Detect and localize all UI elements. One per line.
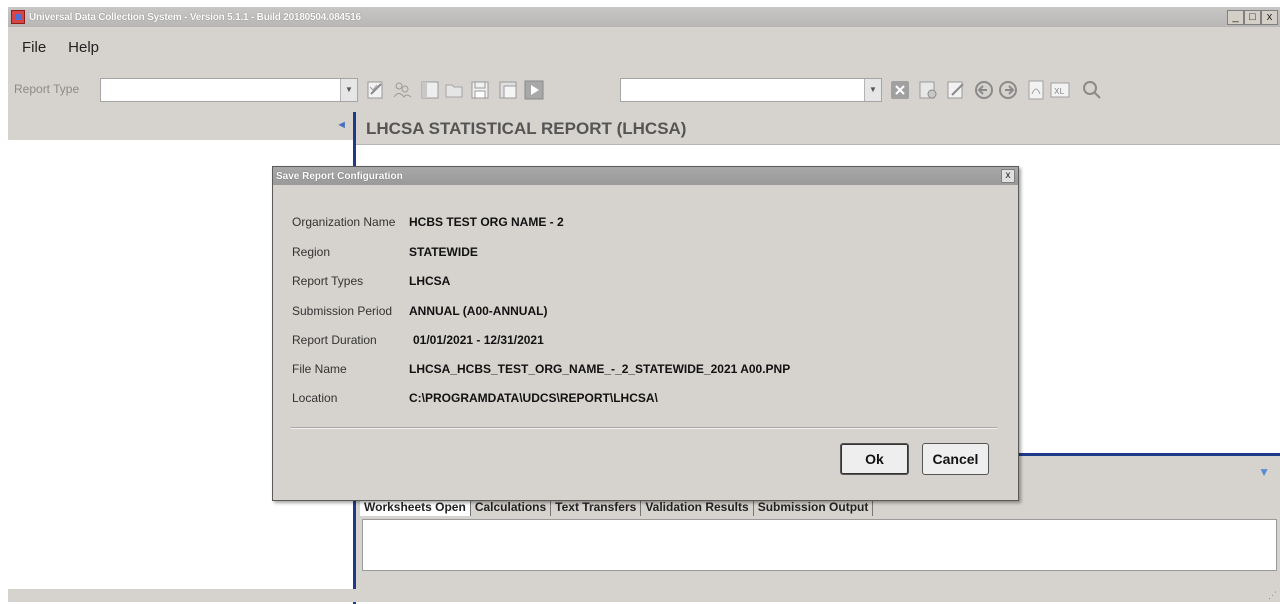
output-tabs: Worksheets Open Calculations Text Transf… xyxy=(360,499,874,516)
report-duration-value: 01/01/2021 - 12/31/2021 xyxy=(413,333,544,347)
tab-submission-output[interactable]: Submission Output xyxy=(753,499,874,516)
report-duration-label: Report Duration xyxy=(292,333,377,347)
submission-period-label: Submission Period xyxy=(292,304,393,318)
worksheet-icon[interactable] xyxy=(418,78,442,102)
window-controls: _ □ x xyxy=(1227,10,1278,25)
status-bar: ⋰ xyxy=(8,589,1280,602)
location-value: C:\PROGRAMDATA\UDCS\REPORT\LHCSA\ xyxy=(409,391,658,405)
back-arrow-icon[interactable] xyxy=(972,78,996,102)
delete-icon[interactable] xyxy=(888,78,912,102)
info-row-location: Location C:\PROGRAMDATA\UDCS\REPORT\LHCS… xyxy=(292,388,658,408)
report-types-value: LHCSA xyxy=(409,274,451,288)
info-row-region: Region STATEWIDE xyxy=(292,242,478,262)
region-value: STATEWIDE xyxy=(409,245,478,259)
report-type-label: Report Type xyxy=(14,82,80,96)
menu-help[interactable]: Help xyxy=(68,39,99,56)
dialog-title-bar[interactable]: Save Report Configuration x xyxy=(273,167,1018,185)
save-icon[interactable] xyxy=(468,78,492,102)
tab-validation-results[interactable]: Validation Results xyxy=(641,499,754,516)
page-title: LHCSA STATISTICAL REPORT (LHCSA) xyxy=(366,119,687,138)
ok-button[interactable]: Ok xyxy=(840,443,909,475)
pdf-icon[interactable] xyxy=(1024,78,1048,102)
organization-label: Organization Name xyxy=(292,215,396,229)
file-name-label: File Name xyxy=(292,362,347,376)
validate-icon[interactable] xyxy=(944,78,968,102)
tab-calculations[interactable]: Calculations xyxy=(470,499,552,516)
tab-content-box xyxy=(362,519,1277,571)
report-types-label: Report Types xyxy=(292,274,364,288)
collapse-left-arrow-icon[interactable]: ◄ xyxy=(336,119,347,131)
location-label: Location xyxy=(292,391,338,405)
chevron-down-icon: ▼ xyxy=(864,79,881,101)
main-header: LHCSA STATISTICAL REPORT (LHCSA) xyxy=(356,112,1280,145)
window-title: Universal Data Collection System - Versi… xyxy=(29,11,361,23)
dialog-close-button[interactable]: x xyxy=(1001,169,1015,183)
left-panel-header: ◄ xyxy=(8,112,353,140)
play-icon[interactable] xyxy=(522,78,546,102)
svg-text:XL: XL xyxy=(1054,87,1064,96)
edit-checklist-icon[interactable] xyxy=(364,78,388,102)
resize-grip-icon[interactable]: ⋰ xyxy=(1268,590,1277,601)
chevron-down-icon: ▼ xyxy=(340,79,357,101)
dialog-title: Save Report Configuration xyxy=(276,170,403,182)
cancel-button[interactable]: Cancel xyxy=(922,443,989,475)
worksheet-select[interactable]: ▼ xyxy=(620,78,882,102)
search-icon[interactable] xyxy=(1080,78,1104,102)
menu-file[interactable]: File xyxy=(22,39,46,56)
info-row-organization: Organization Name HCBS TEST ORG NAME - 2 xyxy=(292,212,564,232)
menu-bar: File Help xyxy=(8,33,107,61)
toolbar: Report Type ▼ ▼ XL xyxy=(8,75,1280,105)
tab-worksheets-open[interactable]: Worksheets Open xyxy=(360,499,471,516)
app-icon xyxy=(11,10,25,24)
region-label: Region xyxy=(292,245,331,259)
users-icon[interactable] xyxy=(390,78,414,102)
close-button[interactable]: x xyxy=(1261,10,1278,25)
export-icon[interactable] xyxy=(496,78,520,102)
organization-value: HCBS TEST ORG NAME - 2 xyxy=(409,215,564,229)
info-row-file-name: File Name LHCSA_HCBS_TEST_ORG_NAME_-_2_S… xyxy=(292,359,790,379)
title-bar[interactable]: Universal Data Collection System - Versi… xyxy=(8,7,1280,27)
file-name-value: LHCSA_HCBS_TEST_ORG_NAME_-_2_STATEWIDE_2… xyxy=(409,362,791,376)
maximize-button[interactable]: □ xyxy=(1244,10,1261,25)
submission-period-value: ANNUAL (A00-ANNUAL) xyxy=(409,304,548,318)
tab-text-transfers[interactable]: Text Transfers xyxy=(551,499,642,516)
excel-icon[interactable]: XL xyxy=(1048,78,1072,102)
info-row-report-duration: Report Duration 01/01/2021 - 12/31/2021 xyxy=(292,330,544,350)
dialog-separator xyxy=(291,427,997,429)
info-row-report-types: Report Types LHCSA xyxy=(292,271,450,291)
collapse-down-arrow-icon[interactable]: ▼ xyxy=(1258,465,1270,479)
save-report-dialog: Save Report Configuration x Organization… xyxy=(272,166,1019,501)
folder-icon[interactable] xyxy=(442,78,466,102)
report-type-select[interactable]: ▼ xyxy=(100,78,358,102)
minimize-button[interactable]: _ xyxy=(1227,10,1244,25)
info-row-submission-period: Submission Period ANNUAL (A00-ANNUAL) xyxy=(292,301,547,321)
calculate-icon[interactable] xyxy=(916,78,940,102)
forward-arrow-icon[interactable] xyxy=(996,78,1020,102)
